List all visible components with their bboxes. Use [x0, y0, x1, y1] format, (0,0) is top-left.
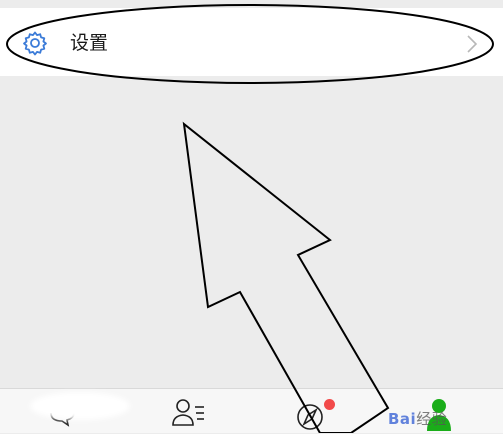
watermark-text: 经验	[416, 410, 448, 428]
watermark-logo: Bai	[388, 410, 417, 428]
top-strip	[0, 0, 503, 8]
gear-icon	[23, 31, 47, 56]
blurred-redaction	[30, 392, 130, 420]
tab-discover[interactable]	[272, 389, 352, 434]
settings-row[interactable]: 设置	[0, 8, 503, 76]
contacts-icon	[172, 399, 204, 426]
baidu-watermark: Bai经验	[388, 408, 447, 429]
pointer-arrow	[182, 121, 390, 433]
notification-badge	[324, 399, 335, 410]
settings-label: 设置	[70, 32, 109, 54]
chevron-right-icon	[467, 35, 478, 53]
tab-contacts[interactable]	[148, 389, 228, 434]
